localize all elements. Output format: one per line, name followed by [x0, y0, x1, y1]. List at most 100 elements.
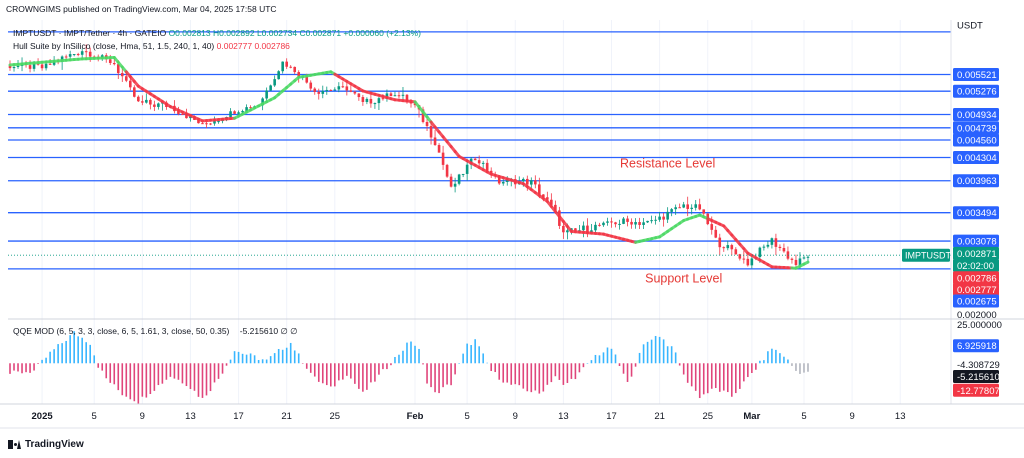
qqe-legend[interactable]: QQE MOD (6, 5, 3, 3, close, 6, 5, 1.61, …	[13, 326, 298, 337]
qqe-bar	[85, 342, 87, 364]
candle-body	[12, 66, 16, 69]
qqe-bar	[125, 363, 128, 397]
candle-body	[453, 183, 457, 187]
qqe-bar	[426, 363, 428, 384]
qqe-bar	[418, 348, 420, 364]
qqe-bar	[759, 360, 761, 364]
qqe-bar	[630, 363, 633, 377]
qqe-bar	[498, 363, 501, 380]
candle-body	[774, 238, 778, 247]
qqe-price-label: 6.925918	[957, 341, 997, 352]
candle-body	[84, 51, 88, 53]
qqe-bar	[289, 342, 292, 364]
candle-body	[630, 221, 633, 225]
qqe-bar	[301, 363, 304, 364]
tradingview-brand[interactable]: TradingView	[8, 439, 84, 450]
candle-body	[666, 211, 669, 220]
qqe-bar	[658, 336, 661, 364]
candle-body	[205, 123, 208, 125]
qqe-bar	[534, 363, 537, 391]
qqe-bar	[346, 363, 348, 376]
candle-body	[790, 258, 794, 260]
qqe-bar	[382, 363, 384, 370]
qqe-bar	[374, 363, 376, 382]
qqe-bar	[506, 363, 509, 383]
qqe-name: QQE MOD (6, 5, 3, 3, close, 6, 5, 1.61, …	[13, 326, 230, 336]
candle-body	[80, 51, 84, 55]
candle-body	[345, 86, 349, 91]
qqe-bar	[113, 363, 116, 385]
qqe-bar	[775, 349, 777, 364]
candle-body	[618, 223, 621, 225]
candle-body	[610, 221, 613, 223]
symbol-tag: IMPTUSDT	[905, 251, 952, 261]
qqe-bar	[398, 354, 400, 364]
candle-body	[40, 64, 44, 69]
tradingview-logo-icon	[8, 440, 21, 449]
candle-body	[377, 98, 381, 104]
candle-body	[333, 89, 337, 91]
publisher-line: CROWNGIMS published on TradingView.com, …	[6, 4, 277, 14]
qqe-bar	[149, 363, 152, 395]
qqe-price-label: 25.000000	[957, 320, 1002, 331]
candle-body	[449, 176, 453, 187]
hull-segment	[802, 260, 810, 266]
candle-body	[401, 94, 405, 96]
qqe-bar	[237, 351, 240, 364]
x-tick-label: 9	[140, 411, 145, 422]
qqe-bar	[117, 363, 120, 391]
candle-body	[233, 111, 236, 114]
qqe-bar	[710, 363, 713, 389]
qqe-bar	[321, 363, 324, 384]
candle-body	[313, 88, 317, 92]
hull-legend[interactable]: Hull Suite by InSilico (close, Hma, 51, …	[13, 41, 290, 51]
qqe-bar	[518, 363, 521, 386]
candle-body	[325, 89, 329, 92]
qqe-bar	[93, 355, 96, 364]
qqe-value: -5.215610 ∅ ∅	[239, 326, 298, 336]
price-label: 0.004560	[957, 136, 997, 147]
candle-body	[742, 258, 746, 260]
qqe-bar	[650, 339, 653, 364]
x-tick-label: 13	[895, 411, 906, 422]
qqe-bar	[743, 363, 745, 382]
candle-body	[337, 86, 341, 90]
candle-body	[397, 95, 401, 97]
qqe-bar	[662, 339, 665, 364]
candle-body	[353, 91, 357, 94]
qqe-bar	[281, 349, 284, 364]
qqe-bar	[189, 363, 192, 390]
x-tick-label: 9	[849, 411, 854, 422]
annotation-text: Support Level	[645, 272, 722, 286]
qqe-bar	[358, 363, 360, 389]
qqe-bar	[670, 346, 673, 364]
qqe-bar	[446, 363, 448, 385]
qqe-bar	[735, 363, 737, 394]
candle-body	[670, 209, 673, 212]
qqe-bar	[217, 363, 220, 379]
candle-body	[682, 204, 685, 208]
qqe-bar	[181, 363, 184, 384]
candle-body	[638, 222, 641, 225]
qqe-bar	[486, 362, 488, 364]
candle-body	[229, 111, 232, 118]
qqe-bar	[133, 363, 136, 402]
symbol-legend[interactable]: IMPTUSDT · IMPT/Tether · 4h · GATEIO O0.…	[13, 28, 421, 38]
qqe-bar	[297, 353, 300, 364]
qqe-bar	[325, 363, 328, 386]
candle-body	[389, 93, 393, 97]
candle-body	[798, 258, 802, 265]
qqe-bar	[470, 345, 472, 364]
qqe-bar	[702, 363, 705, 395]
qqe-bar	[430, 363, 432, 388]
qqe-bar	[129, 363, 132, 400]
x-tick-label: 21	[281, 411, 292, 422]
qqe-bar	[642, 344, 645, 364]
qqe-bar	[594, 354, 597, 364]
qqe-bar	[97, 363, 100, 368]
candle-body	[429, 126, 433, 138]
candle-body	[381, 98, 385, 100]
candle-body	[794, 259, 798, 265]
qqe-bar	[141, 363, 144, 397]
x-tick-label: Mar	[743, 411, 760, 422]
